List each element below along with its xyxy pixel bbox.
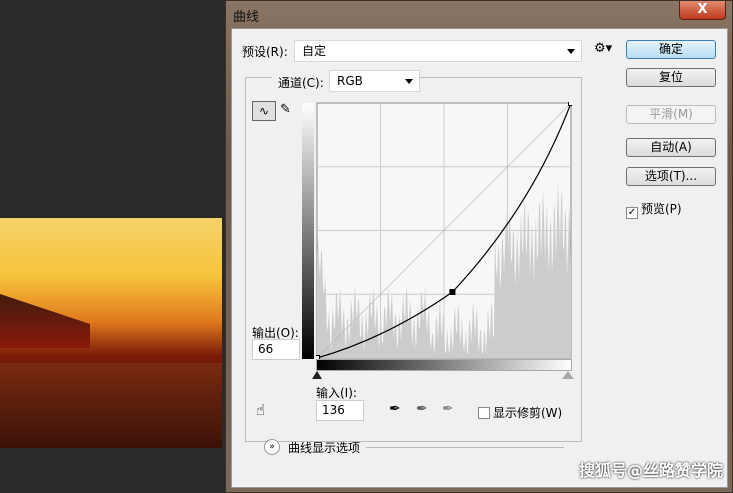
- output-field[interactable]: 66: [252, 339, 300, 360]
- check-icon: ✓: [626, 207, 638, 219]
- chevron-down-icon: [405, 79, 413, 84]
- curve-point[interactable]: [449, 289, 456, 295]
- preset-value: 自定: [302, 44, 327, 58]
- reset-button[interactable]: 复位: [626, 68, 716, 87]
- white-eyedropper-icon[interactable]: ✒: [442, 401, 454, 417]
- hand-adjust-icon[interactable]: ☝: [256, 401, 265, 419]
- channel-label: 通道(C):: [272, 72, 330, 94]
- channel-value: RGB: [337, 74, 363, 88]
- curve-tool-icon[interactable]: ∿: [252, 101, 276, 121]
- preset-select[interactable]: 自定: [294, 40, 582, 62]
- white-point-slider[interactable]: [562, 371, 574, 379]
- checkbox-box: [478, 407, 490, 419]
- pencil-icon[interactable]: ✎: [280, 102, 291, 117]
- canvas-image: [0, 218, 222, 448]
- input-field[interactable]: 136: [316, 400, 364, 421]
- channel-select[interactable]: RGB: [329, 70, 420, 92]
- smooth-button[interactable]: 平滑(M): [626, 105, 716, 124]
- curves-dialog: 曲线 X 预设(R): 自定 ⚙▾ 确定 复位 平滑(M) 自动(A) 选项(T…: [225, 0, 733, 493]
- input-gradient: [316, 359, 572, 371]
- ok-button[interactable]: 确定: [626, 40, 716, 59]
- output-gradient: [302, 103, 314, 359]
- gray-eyedropper-icon[interactable]: ✒: [416, 401, 428, 417]
- options-button[interactable]: 选项(T)...: [626, 167, 716, 186]
- preview-checkbox[interactable]: ✓ 预览(P): [626, 200, 682, 219]
- dialog-title: 曲线: [233, 10, 260, 25]
- divider: [366, 447, 564, 448]
- show-clipping-checkbox[interactable]: 显示修剪(W): [478, 404, 562, 421]
- expand-icon[interactable]: »: [264, 439, 280, 455]
- curve-point[interactable]: [568, 102, 573, 106]
- input-label: 输入(I):: [316, 386, 357, 400]
- show-clipping-label: 显示修剪(W): [493, 406, 563, 420]
- black-eyedropper-icon[interactable]: ✒: [389, 401, 401, 417]
- black-point-slider[interactable]: [312, 371, 322, 379]
- curve-graph[interactable]: [316, 102, 572, 359]
- preview-label: 预览(P): [641, 202, 682, 216]
- gear-icon[interactable]: ⚙▾: [594, 41, 612, 56]
- close-button[interactable]: X: [679, 1, 726, 20]
- auto-button[interactable]: 自动(A): [626, 138, 716, 157]
- preset-label: 预设(R):: [242, 45, 288, 59]
- watermark: 搜狐号@丝路赞学院: [578, 461, 723, 480]
- chevron-down-icon: [567, 49, 575, 54]
- curve-options-toggle[interactable]: 曲线显示选项: [288, 439, 360, 456]
